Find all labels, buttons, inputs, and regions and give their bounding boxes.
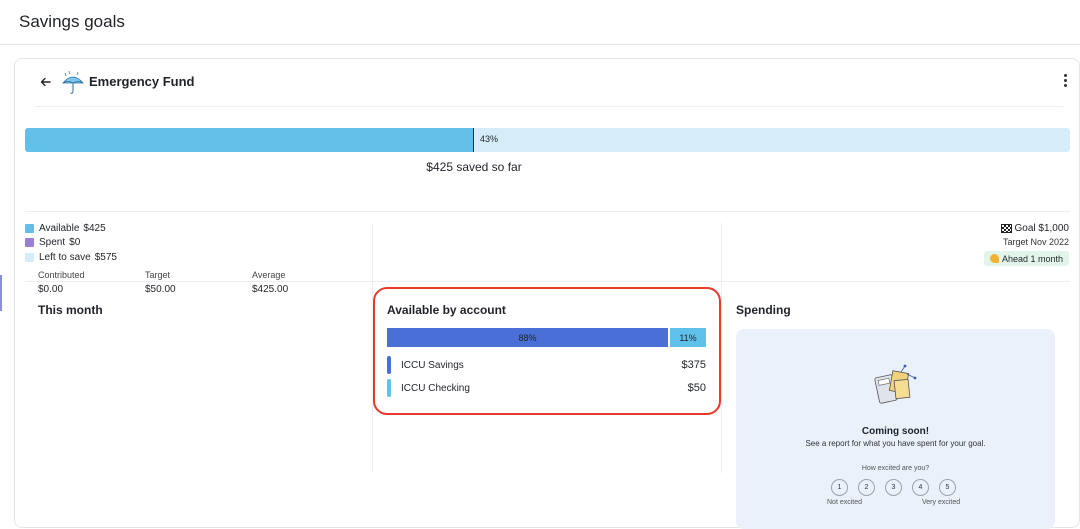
rating-button-1[interactable]: 1 bbox=[831, 479, 848, 496]
legend-value: $575 bbox=[94, 251, 117, 263]
more-options-icon[interactable] bbox=[1059, 73, 1071, 91]
umbrella-icon bbox=[59, 69, 87, 97]
goal-progress-bar: 43% bbox=[25, 128, 1070, 152]
coming-soon-title: Coming soon! bbox=[861, 426, 930, 437]
goal-name: Emergency Fund bbox=[89, 74, 195, 89]
flexed-biceps-icon bbox=[989, 254, 999, 263]
stat-label: Contributed bbox=[38, 270, 85, 280]
account-row[interactable]: ICCU Savings $375 bbox=[387, 356, 706, 374]
legend-swatch bbox=[25, 238, 34, 247]
account-split-bar: 88% 11% bbox=[387, 328, 706, 347]
coming-soon-description: See a report for what you have spent for… bbox=[805, 439, 986, 448]
account-segment-checking: 11% bbox=[670, 328, 706, 347]
left-accent bbox=[0, 275, 2, 311]
divider bbox=[25, 211, 1070, 212]
calculator-receipt-illustration bbox=[873, 364, 919, 408]
rating-button-4[interactable]: 4 bbox=[912, 479, 929, 496]
legend-item-available: Available $425 bbox=[25, 221, 117, 235]
column-divider bbox=[721, 223, 722, 473]
stat-label: Average bbox=[252, 270, 286, 280]
rating-button-2[interactable]: 2 bbox=[858, 479, 875, 496]
arrow-left-icon bbox=[40, 77, 51, 87]
goal-info: Goal $1,000 Target Nov 2022 Ahead 1 mont… bbox=[983, 221, 1069, 266]
legend-swatch bbox=[25, 223, 34, 233]
progress-percent: 43% bbox=[480, 134, 499, 144]
legend-value: $0 bbox=[69, 237, 81, 248]
stat-average: Average $425.00 bbox=[252, 270, 288, 295]
scale-low-label: Not excited bbox=[827, 499, 863, 506]
page-header: Savings goals bbox=[0, 0, 1080, 45]
status-badge: Ahead 1 month bbox=[983, 251, 1069, 266]
stat-value: $0.00 bbox=[38, 284, 64, 295]
spending-title: Spending bbox=[736, 303, 791, 317]
account-amount: $375 bbox=[681, 359, 706, 371]
legend-swatch bbox=[25, 252, 34, 262]
legend-item-left-to-save: Left to save $575 bbox=[25, 250, 117, 264]
saved-so-far-label: $425 saved so far bbox=[426, 160, 522, 174]
account-color-marker bbox=[387, 379, 391, 397]
stat-label: Target bbox=[145, 270, 171, 280]
account-segment-savings: 88% bbox=[387, 328, 668, 347]
account-row[interactable]: ICCU Checking $50 bbox=[387, 379, 706, 397]
rating-button-5[interactable]: 5 bbox=[939, 479, 956, 496]
legend-label: Spent bbox=[39, 237, 66, 248]
card-header: Emergency Fund bbox=[35, 59, 1067, 107]
scale-high-label: Very excited bbox=[922, 499, 961, 506]
checkered-flag-icon bbox=[1000, 223, 1012, 233]
rating-button-3[interactable]: 3 bbox=[885, 479, 902, 496]
excitement-question: How excited are you? bbox=[861, 465, 930, 472]
legend-value: $425 bbox=[83, 222, 106, 234]
available-by-account-title: Available by account bbox=[387, 303, 506, 317]
divider bbox=[25, 281, 1070, 282]
account-name: ICCU Checking bbox=[401, 382, 470, 394]
account-color-marker bbox=[387, 356, 391, 374]
account-name: ICCU Savings bbox=[401, 359, 464, 371]
legend-item-spent: Spent $0 bbox=[25, 236, 117, 250]
stat-contributed: Contributed $0.00 bbox=[38, 270, 85, 295]
back-button[interactable] bbox=[35, 71, 57, 93]
stat-value: $425.00 bbox=[252, 284, 289, 295]
stat-value: $50.00 bbox=[145, 284, 176, 295]
this-month-title: This month bbox=[38, 303, 103, 317]
target-date: Target Nov 2022 bbox=[1002, 237, 1069, 247]
page-title: Savings goals bbox=[19, 12, 125, 31]
legend: Available $425 Spent $0 Left to save $57… bbox=[25, 221, 117, 265]
status-badge-label: Ahead 1 month bbox=[1001, 253, 1063, 264]
progress-fill bbox=[25, 128, 474, 152]
legend-label: Left to save bbox=[39, 251, 91, 263]
excitement-rating: 1 2 3 4 5 bbox=[831, 479, 966, 496]
goal-amount: Goal $1,000 bbox=[984, 221, 1069, 235]
account-amount: $50 bbox=[687, 382, 706, 394]
goal-amount-label: Goal $1,000 bbox=[1014, 222, 1070, 234]
stat-target: Target $50.00 bbox=[145, 270, 176, 295]
legend-label: Available bbox=[39, 222, 80, 234]
